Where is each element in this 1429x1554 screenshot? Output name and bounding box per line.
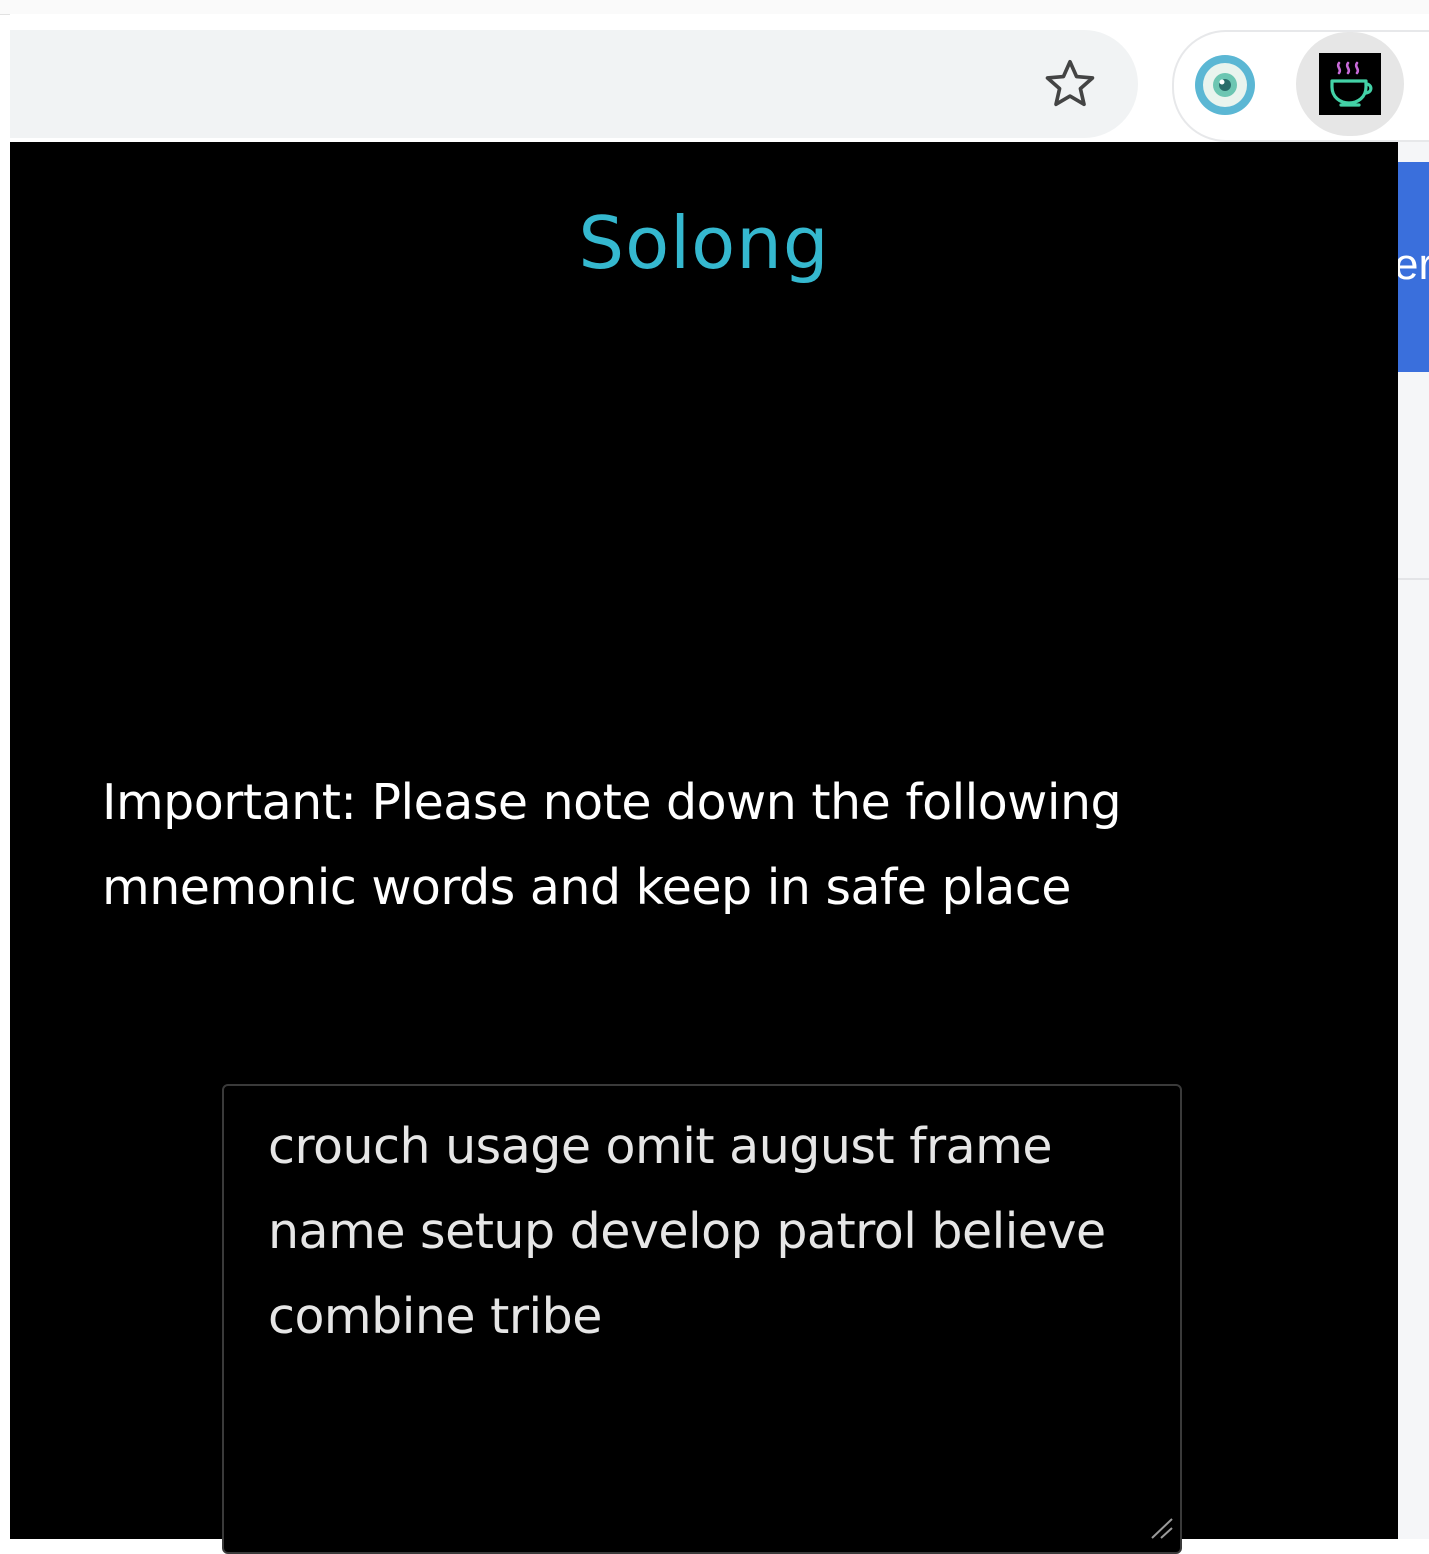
mnemonic-warning-text: Important: Please note down the followin… [102,774,1122,916]
browser-top-edge [0,0,1429,15]
textarea-resize-handle-icon[interactable] [1148,1516,1174,1539]
underlying-page-divider [1398,578,1429,580]
star-icon [1045,59,1095,107]
underlying-page-button-label: er [1398,240,1429,289]
solong-popup: Solong Important: Please note down the f… [10,142,1398,1554]
bookmark-star-icon[interactable] [1038,52,1102,116]
solong-extension-button[interactable] [1296,32,1404,136]
solong-extension-icon [1319,53,1381,115]
popup-title: Solong [578,201,830,285]
underlying-page-button: er [1398,162,1429,372]
address-bar[interactable] [10,30,1138,138]
mnemonic-textarea[interactable]: crouch usage omit august frame name setu… [222,1084,1182,1554]
eye-extension-icon[interactable] [1194,54,1256,116]
browser-toolbar [10,14,1429,142]
